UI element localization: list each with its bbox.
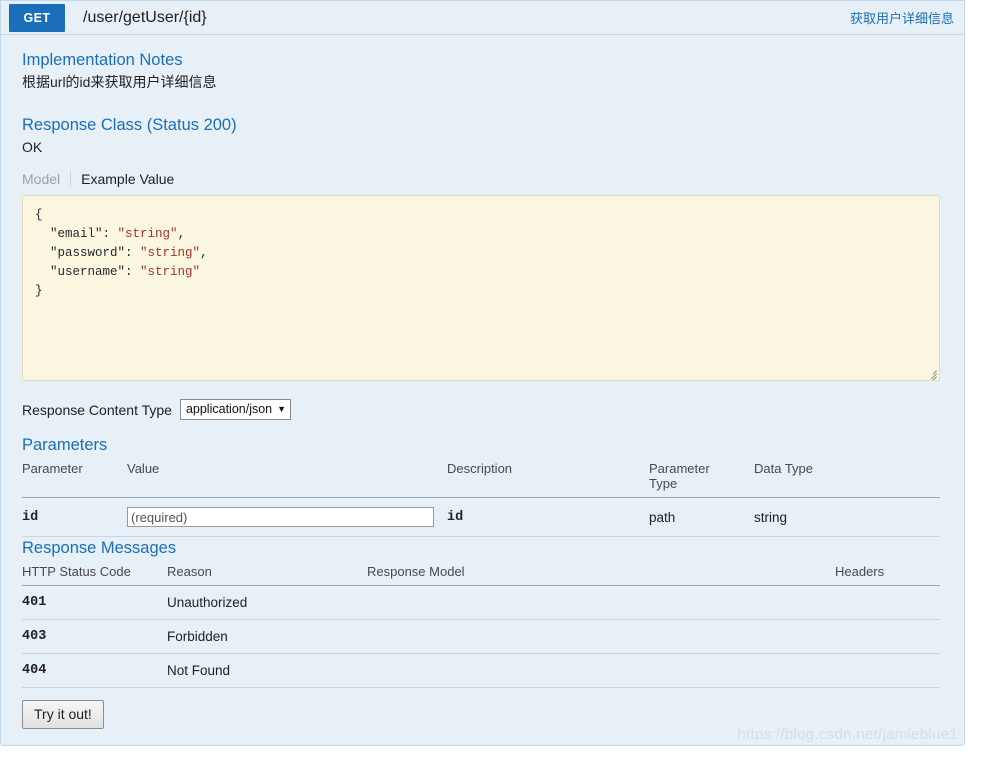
param-type-id: path xyxy=(649,498,754,537)
table-row: 401 Unauthorized xyxy=(22,586,940,620)
try-it-out-button[interactable]: Try it out! xyxy=(22,700,104,729)
operation-panel: GET /user/getUser/{id} 获取用户详细信息 Implemen… xyxy=(0,0,965,746)
col-response-model: Response Model xyxy=(367,561,835,586)
json-open-brace: { xyxy=(35,208,43,222)
status-code-403: 403 xyxy=(22,620,167,654)
resize-handle-icon[interactable] xyxy=(924,365,937,378)
col-reason: Reason xyxy=(167,561,367,586)
status-reason-403: Forbidden xyxy=(167,620,367,654)
json-key-password: "password" xyxy=(50,246,125,260)
http-method-badge[interactable]: GET xyxy=(9,4,65,32)
status-model-403 xyxy=(367,620,835,654)
status-model-404 xyxy=(367,654,835,688)
response-content-type-label: Response Content Type xyxy=(22,402,172,418)
json-comma-1: , xyxy=(200,246,208,260)
col-description: Description xyxy=(447,458,649,498)
operation-summary[interactable]: 获取用户详细信息 xyxy=(850,8,954,27)
tab-model[interactable]: Model xyxy=(22,171,70,187)
table-row: 404 Not Found xyxy=(22,654,940,688)
table-row: id id path string xyxy=(22,498,940,537)
response-messages-header-row: HTTP Status Code Reason Response Model H… xyxy=(22,561,940,586)
status-reason-401: Unauthorized xyxy=(167,586,367,620)
tab-example-value[interactable]: Example Value xyxy=(70,171,184,187)
response-class-title: Response Class (Status 200) xyxy=(22,114,943,136)
operation-header[interactable]: GET /user/getUser/{id} 获取用户详细信息 xyxy=(1,1,964,35)
col-data-type: Data Type xyxy=(754,458,940,498)
response-content-type-select[interactable]: application/json ▼ xyxy=(180,399,291,420)
col-parameter-type-line1: Parameter xyxy=(649,461,710,476)
status-code-401: 401 xyxy=(22,586,167,620)
response-messages-title: Response Messages xyxy=(22,537,943,559)
col-value: Value xyxy=(127,458,447,498)
status-headers-401 xyxy=(835,586,940,620)
parameters-header-row: Parameter Value Description ParameterTyp… xyxy=(22,458,940,498)
status-model-401 xyxy=(367,586,835,620)
col-parameter-type-line2: Type xyxy=(649,476,677,491)
param-name-id: id xyxy=(22,498,127,537)
operation-content: Implementation Notes 根据url的id来获取用户详细信息 R… xyxy=(1,35,964,729)
col-headers: Headers xyxy=(835,561,940,586)
json-value-email: "string" xyxy=(118,227,178,241)
status-code-404: 404 xyxy=(22,654,167,688)
status-headers-403 xyxy=(835,620,940,654)
col-parameter: Parameter xyxy=(22,458,127,498)
json-value-password: "string" xyxy=(140,246,200,260)
try-it-out-wrapper: Try it out! xyxy=(22,700,943,729)
example-value-json: { "email": "string", "password": "string… xyxy=(35,206,927,301)
param-data-type-id: string xyxy=(754,498,940,537)
parameters-table: Parameter Value Description ParameterTyp… xyxy=(22,458,940,537)
param-value-cell xyxy=(127,498,447,537)
response-messages-table: HTTP Status Code Reason Response Model H… xyxy=(22,561,940,688)
operation-path[interactable]: /user/getUser/{id} xyxy=(83,9,207,27)
example-value-code-block[interactable]: { "email": "string", "password": "string… xyxy=(22,195,940,381)
json-key-username: "username" xyxy=(50,265,125,279)
json-key-email: "email" xyxy=(50,227,103,241)
status-reason-404: Not Found xyxy=(167,654,367,688)
status-headers-404 xyxy=(835,654,940,688)
json-value-username: "string" xyxy=(140,265,200,279)
response-content-type-value: application/json xyxy=(186,400,272,419)
chevron-down-icon: ▼ xyxy=(277,400,286,419)
json-comma-0: , xyxy=(178,227,186,241)
param-description-id: id xyxy=(447,498,649,537)
table-row: 403 Forbidden xyxy=(22,620,940,654)
col-http-status-code: HTTP Status Code xyxy=(22,561,167,586)
json-close-brace: } xyxy=(35,284,43,298)
col-parameter-type: ParameterType xyxy=(649,458,754,498)
implementation-notes-title: Implementation Notes xyxy=(22,49,943,71)
implementation-notes-text: 根据url的id来获取用户详细信息 xyxy=(22,73,943,92)
parameters-title: Parameters xyxy=(22,434,943,456)
response-content-type-row: Response Content Type application/json ▼ xyxy=(22,399,943,420)
model-example-tabs: Model Example Value xyxy=(22,171,943,187)
param-value-input-id[interactable] xyxy=(127,507,434,527)
response-class-status-text: OK xyxy=(22,138,943,157)
